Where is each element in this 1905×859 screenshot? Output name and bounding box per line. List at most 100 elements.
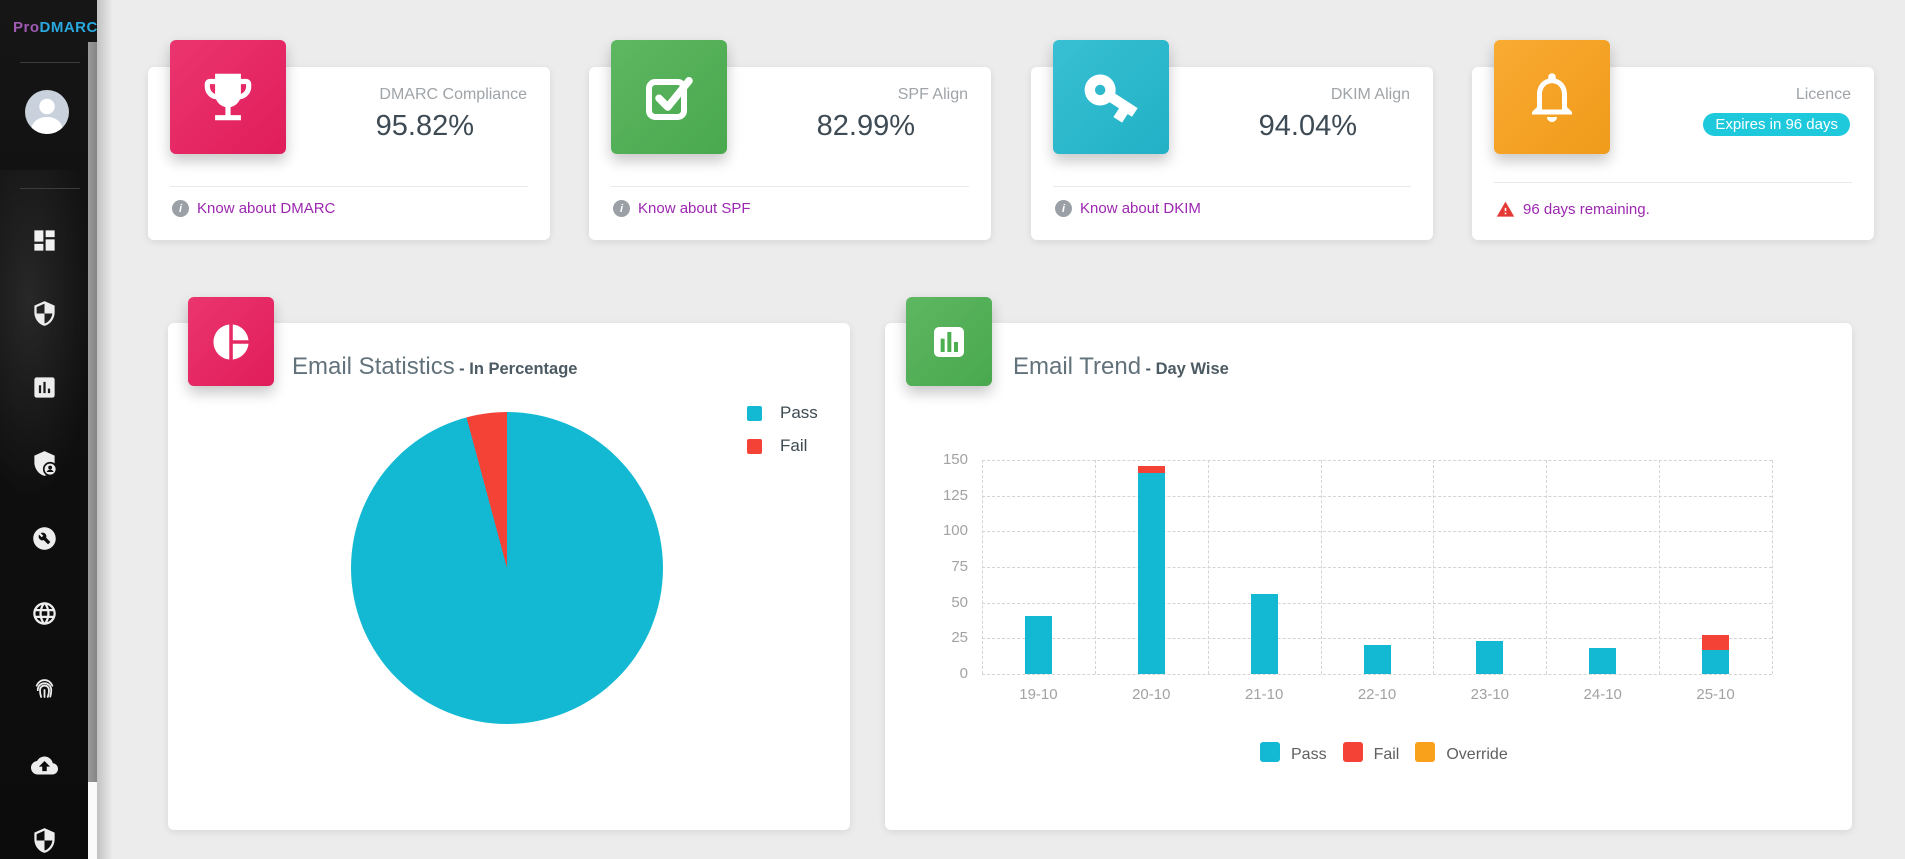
stat-value: 82.99% xyxy=(817,110,915,143)
know-about-dkim-link[interactable]: i Know about DKIM xyxy=(1055,200,1201,217)
legend-swatch xyxy=(1343,742,1363,762)
checkbox-tile xyxy=(611,40,727,154)
subtitle-text: - In Percentage xyxy=(459,360,577,378)
y-axis-tick-label: 150 xyxy=(918,451,968,468)
y-axis-tick-label: 0 xyxy=(918,665,968,682)
subtitle-text: - Day Wise xyxy=(1146,360,1229,378)
sidebar-scrollbar-track[interactable] xyxy=(88,42,97,859)
legend-label: Pass xyxy=(1291,746,1327,764)
x-axis-tick-label: 25-10 xyxy=(1671,686,1761,703)
cloud-upload-icon xyxy=(31,752,58,779)
licence-warning: 96 days remaining. xyxy=(1496,200,1650,219)
licence-card: Licence Expires in 96 days 96 days remai… xyxy=(1472,67,1874,240)
person-icon xyxy=(25,90,69,134)
sidebar-divider xyxy=(20,188,80,189)
sidebar-item-forensics[interactable] xyxy=(31,675,58,702)
y-gridline xyxy=(982,638,1772,639)
legend-swatch xyxy=(747,439,762,454)
pie-tile xyxy=(188,297,274,386)
shield-user-icon xyxy=(31,450,58,477)
stat-label: DKIM Align xyxy=(1331,86,1410,104)
licence-expiry-badge: Expires in 96 days xyxy=(1703,113,1850,136)
sidebar-item-tools[interactable] xyxy=(31,525,58,552)
sidebar-item-domains[interactable] xyxy=(31,600,58,627)
trophy-icon xyxy=(197,66,259,128)
y-gridline xyxy=(982,674,1772,675)
x-gridline xyxy=(1321,460,1322,674)
trend-legend-item-override[interactable]: Override xyxy=(1415,742,1507,762)
brand-logo[interactable]: ProDMARC xyxy=(13,19,98,36)
divider xyxy=(170,186,528,187)
sidebar-item-policy[interactable] xyxy=(31,827,58,854)
pie-legend: Pass Fail xyxy=(747,403,818,469)
bar-pass-21-10 xyxy=(1251,594,1278,674)
x-axis-tick-label: 21-10 xyxy=(1219,686,1309,703)
shield2-icon xyxy=(31,827,58,854)
legend-swatch xyxy=(747,406,762,421)
trend-legend-item-fail[interactable]: Fail xyxy=(1343,742,1400,762)
brand-suffix: DMARC xyxy=(40,19,98,36)
sidebar-divider xyxy=(20,62,80,63)
sidebar: ProDMARC xyxy=(0,0,97,859)
footer-link-label: Know about SPF xyxy=(638,200,751,217)
pie-chart-icon xyxy=(210,321,252,363)
x-gridline xyxy=(982,460,983,674)
legend-swatch xyxy=(1260,742,1280,762)
know-about-spf-link[interactable]: i Know about SPF xyxy=(613,200,751,217)
x-gridline xyxy=(1095,460,1096,674)
stat-label: SPF Align xyxy=(898,86,968,104)
bar-chart-icon xyxy=(929,322,969,362)
x-axis-tick-label: 20-10 xyxy=(1106,686,1196,703)
dkim-align-card: DKIM Align 94.04% i Know about DKIM xyxy=(1031,67,1433,240)
pie-legend-item-fail[interactable]: Fail xyxy=(747,436,818,456)
y-gridline xyxy=(982,567,1772,568)
x-gridline xyxy=(1772,460,1773,674)
title-text: Email Trend xyxy=(1013,353,1141,380)
email-trend-plot: 025507510012515019-1020-1021-1022-1023-1… xyxy=(982,460,1772,674)
know-about-dmarc-link[interactable]: i Know about DMARC xyxy=(172,200,335,217)
bar-pass-19-10 xyxy=(1025,616,1052,674)
user-avatar[interactable] xyxy=(25,90,69,134)
trend-legend: Pass Fail Override xyxy=(1260,742,1508,762)
y-axis-tick-label: 125 xyxy=(918,487,968,504)
dashboard-icon xyxy=(31,227,58,254)
dmarc-compliance-card: DMARC Compliance 95.82% i Know about DMA… xyxy=(148,67,550,240)
y-axis-tick-label: 75 xyxy=(918,558,968,575)
warning-icon xyxy=(1496,200,1515,219)
x-axis-tick-label: 22-10 xyxy=(1332,686,1422,703)
sidebar-item-upload[interactable] xyxy=(31,752,58,779)
bar-pass-25-10 xyxy=(1702,650,1729,674)
tools-icon xyxy=(31,525,58,552)
pie-legend-item-pass[interactable]: Pass xyxy=(747,403,818,423)
info-icon: i xyxy=(613,200,630,217)
bar-pass-22-10 xyxy=(1364,645,1391,674)
sidebar-item-dashboard[interactable] xyxy=(31,227,58,254)
trend-legend-item-pass[interactable]: Pass xyxy=(1260,742,1327,762)
globe-icon xyxy=(31,600,58,627)
divider xyxy=(611,186,969,187)
sidebar-item-security[interactable] xyxy=(31,300,58,327)
sidebar-item-admin[interactable] xyxy=(31,450,58,477)
bar-fail-20-10 xyxy=(1138,466,1165,473)
legend-label: Override xyxy=(1446,746,1507,764)
email-statistics-title: Email Statistics - In Percentage xyxy=(292,353,577,381)
brand-prefix: Pro xyxy=(13,19,40,36)
stat-label: Licence xyxy=(1796,86,1851,104)
bell-tile xyxy=(1494,40,1610,154)
bar-pass-20-10 xyxy=(1138,473,1165,674)
divider xyxy=(1494,182,1852,183)
y-axis-tick-label: 25 xyxy=(918,629,968,646)
sidebar-item-reports[interactable] xyxy=(31,374,58,401)
divider xyxy=(1053,186,1411,187)
bar-pass-23-10 xyxy=(1476,641,1503,674)
sidebar-scrollbar-thumb[interactable] xyxy=(88,42,97,782)
spf-align-card: SPF Align 82.99% i Know about SPF xyxy=(589,67,991,240)
email-trend-card: Email Trend - Day Wise 02550751001251501… xyxy=(885,323,1852,830)
x-gridline xyxy=(1433,460,1434,674)
legend-label: Pass xyxy=(780,403,818,423)
fingerprint-icon xyxy=(31,675,58,702)
trophy-tile xyxy=(170,40,286,154)
email-trend-title: Email Trend - Day Wise xyxy=(1013,353,1229,381)
bar-chart-tile xyxy=(906,297,992,386)
legend-label: Fail xyxy=(1374,746,1400,764)
